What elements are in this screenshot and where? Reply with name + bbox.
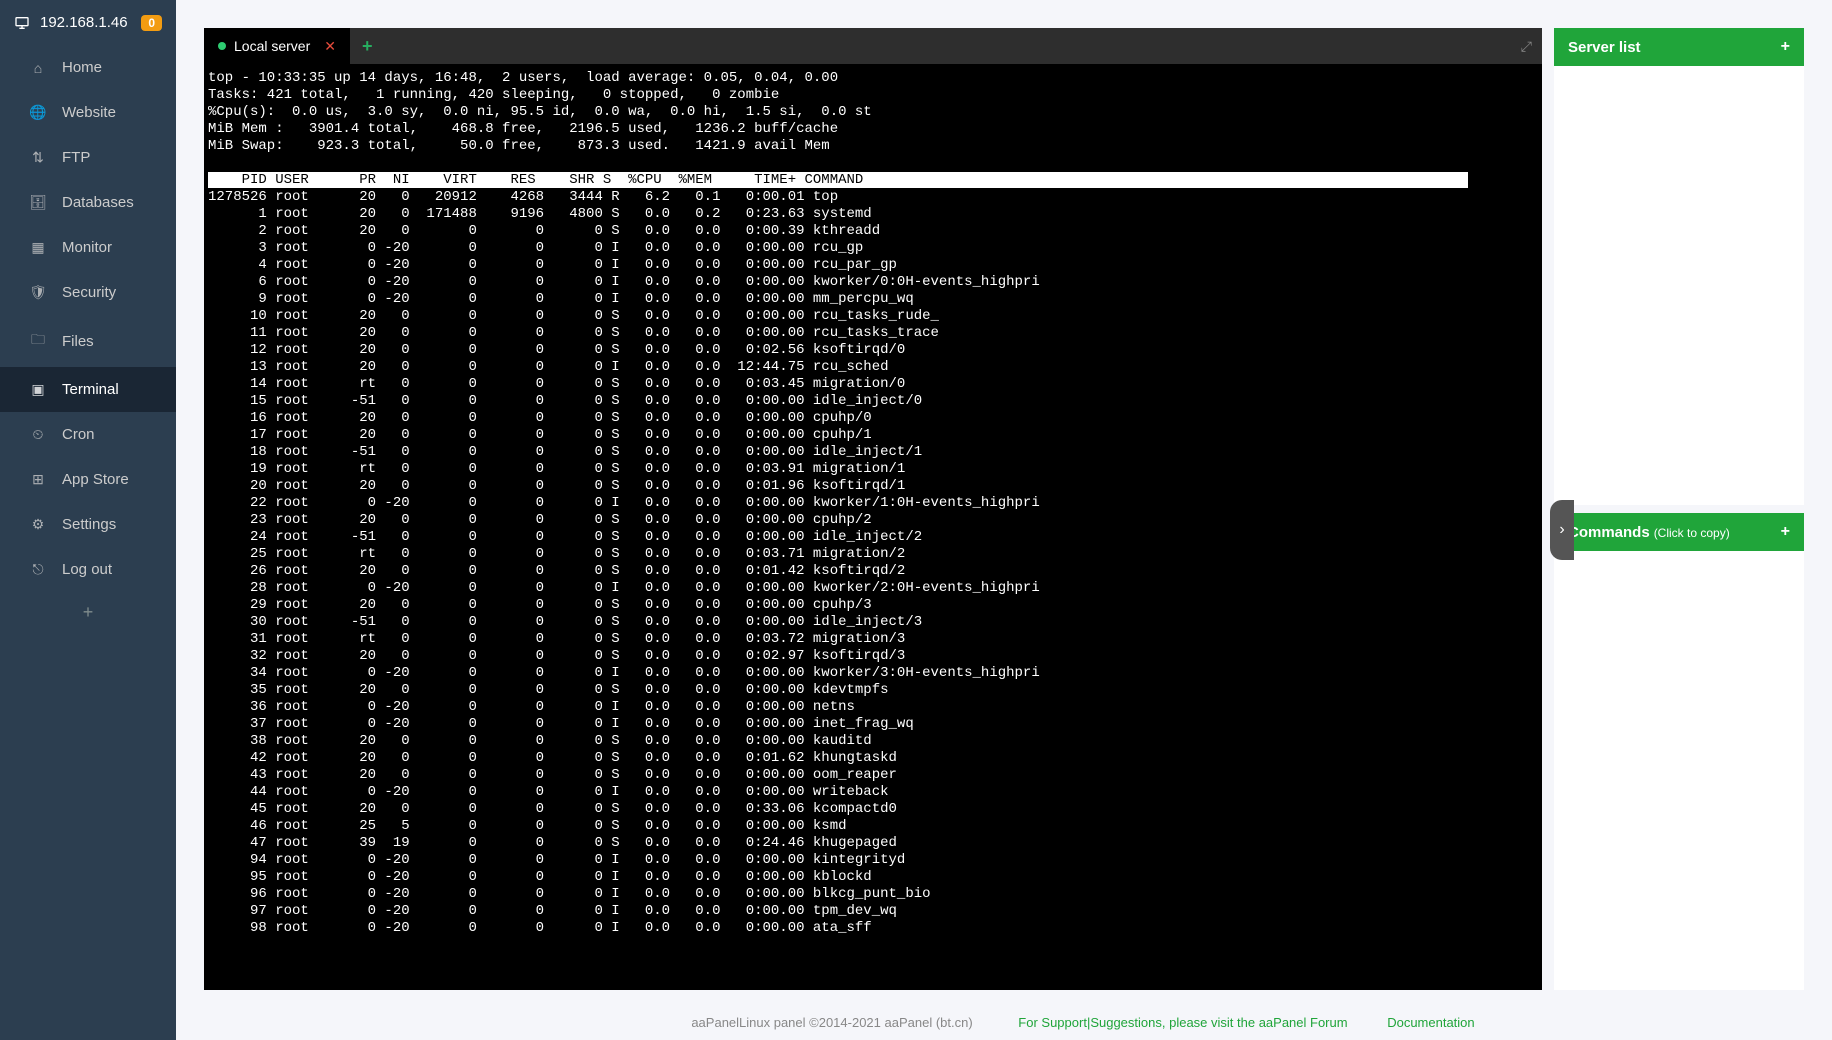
add-tab-icon[interactable]: + (350, 36, 385, 57)
collapse-handle[interactable]: › (1550, 500, 1574, 560)
plus-icon[interactable]: + (1781, 523, 1790, 541)
sidebar-item-files[interactable]: 🗀 Files (0, 315, 176, 367)
server-list-title: Server list (1568, 39, 1641, 56)
plus-icon[interactable]: + (1781, 38, 1790, 56)
status-dot-icon (218, 42, 226, 50)
sidebar-item-security[interactable]: 🛡 Security (0, 270, 176, 315)
server-list-body (1554, 66, 1804, 505)
sidebar-item-log-out[interactable]: ⎋ Log out (0, 547, 176, 592)
terminal-tabs: Local server ✕ + ⤢ (204, 28, 1542, 64)
database-icon: 🗄 (28, 194, 48, 211)
sidebar-item-label: Security (62, 284, 116, 301)
grid-icon: ⊞ (28, 471, 48, 488)
sidebar: 192.168.1.46 0 ⌂ Home 🌐 Website ⇅ FTP 🗄 Databas… (0, 0, 176, 1040)
folder-icon: 🗀 (28, 329, 48, 353)
docs-link[interactable]: Documentation (1387, 1015, 1474, 1030)
close-icon[interactable]: ✕ (324, 38, 336, 55)
terminal-panel: Local server ✕ + ⤢ top - 10:33:35 up 14 … (204, 28, 1542, 990)
monitor-icon: ▦ (28, 239, 48, 256)
server-list-header[interactable]: Server list + (1554, 28, 1804, 66)
tab-label: Local server (234, 38, 310, 54)
terminal-output[interactable]: top - 10:33:35 up 14 days, 16:48, 2 user… (204, 64, 1542, 990)
right-panels: Server list + Commands(Click to copy) + (1554, 28, 1804, 990)
terminal-icon: ▣ (28, 381, 48, 398)
sidebar-item-label: App Store (62, 471, 129, 488)
server-ip: 192.168.1.46 (40, 14, 141, 31)
sidebar-item-ftp[interactable]: ⇅ FTP (0, 135, 176, 180)
commands-body (1554, 551, 1804, 990)
expand-icon[interactable]: ⤢ (1521, 38, 1532, 55)
main: Local server ✕ + ⤢ top - 10:33:35 up 14 … (176, 0, 1832, 1040)
copyright: aaPanelLinux panel ©2014-2021 aaPanel (b… (691, 1015, 972, 1030)
sidebar-item-label: FTP (62, 149, 90, 166)
sidebar-item-label: Settings (62, 516, 116, 533)
footer: aaPanelLinux panel ©2014-2021 aaPanel (b… (352, 1015, 1832, 1030)
sidebar-item-label: Website (62, 104, 116, 121)
sidebar-item-cron[interactable]: ⏲ Cron (0, 412, 176, 457)
sidebar-item-label: Files (62, 333, 94, 350)
gear-icon: ⚙ (28, 516, 48, 533)
server-badge[interactable]: 0 (141, 15, 162, 31)
globe-icon: 🌐 (28, 104, 48, 121)
sidebar-add[interactable]: + (0, 592, 176, 633)
sidebar-item-label: Cron (62, 426, 95, 443)
sidebar-item-terminal[interactable]: ▣ Terminal (0, 367, 176, 412)
server-icon (14, 14, 30, 31)
chevron-right-icon: › (1559, 521, 1564, 539)
server-header: 192.168.1.46 0 (0, 0, 176, 45)
sidebar-item-app-store[interactable]: ⊞ App Store (0, 457, 176, 502)
sidebar-item-website[interactable]: 🌐 Website (0, 90, 176, 135)
sidebar-item-databases[interactable]: 🗄 Databases (0, 180, 176, 225)
logout-icon: ⎋ (28, 561, 48, 578)
sidebar-item-label: Home (62, 59, 102, 76)
sidebar-item-label: Terminal (62, 381, 119, 398)
shield-icon: 🛡 (28, 284, 48, 301)
commands-title: Commands(Click to copy) (1568, 524, 1730, 541)
sidebar-item-label: Databases (62, 194, 134, 211)
terminal-tab-local[interactable]: Local server ✕ (204, 28, 350, 64)
sidebar-item-label: Monitor (62, 239, 112, 256)
clock-icon: ⏲ (28, 426, 48, 443)
sidebar-item-home[interactable]: ⌂ Home (0, 45, 176, 90)
support-link[interactable]: For Support|Suggestions, please visit th… (1018, 1015, 1347, 1030)
commands-header[interactable]: Commands(Click to copy) + (1554, 513, 1804, 551)
sidebar-item-label: Log out (62, 561, 112, 578)
ftp-icon: ⇅ (28, 149, 48, 166)
sidebar-item-settings[interactable]: ⚙ Settings (0, 502, 176, 547)
sidebar-item-monitor[interactable]: ▦ Monitor (0, 225, 176, 270)
home-icon: ⌂ (28, 60, 48, 76)
